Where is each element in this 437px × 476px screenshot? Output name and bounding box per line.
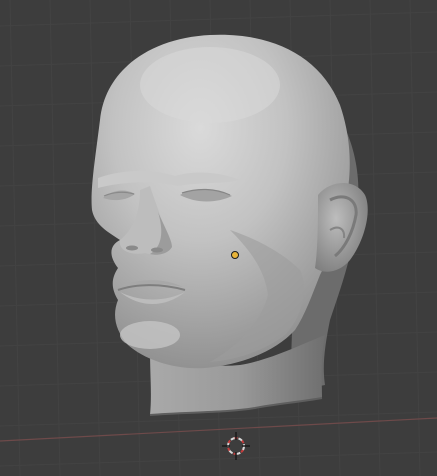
grid-line (369, 0, 381, 476)
grid-line (89, 0, 101, 476)
sculpted-head-mesh[interactable] (91, 34, 368, 416)
grid-line (49, 0, 61, 476)
3d-cursor-icon[interactable] (222, 432, 250, 460)
grid-line (0, 11, 437, 27)
nostril-left (126, 245, 138, 251)
nostril-right (151, 247, 163, 253)
right-ear[interactable] (315, 182, 368, 272)
grid-line (0, 451, 437, 467)
chin (120, 321, 180, 349)
grid-line (409, 0, 421, 476)
object-origin-dot[interactable] (231, 251, 239, 259)
grid-line (9, 0, 21, 476)
viewport-canvas[interactable] (0, 0, 437, 476)
3d-viewport[interactable] (0, 0, 437, 476)
forehead-highlight (140, 47, 280, 123)
